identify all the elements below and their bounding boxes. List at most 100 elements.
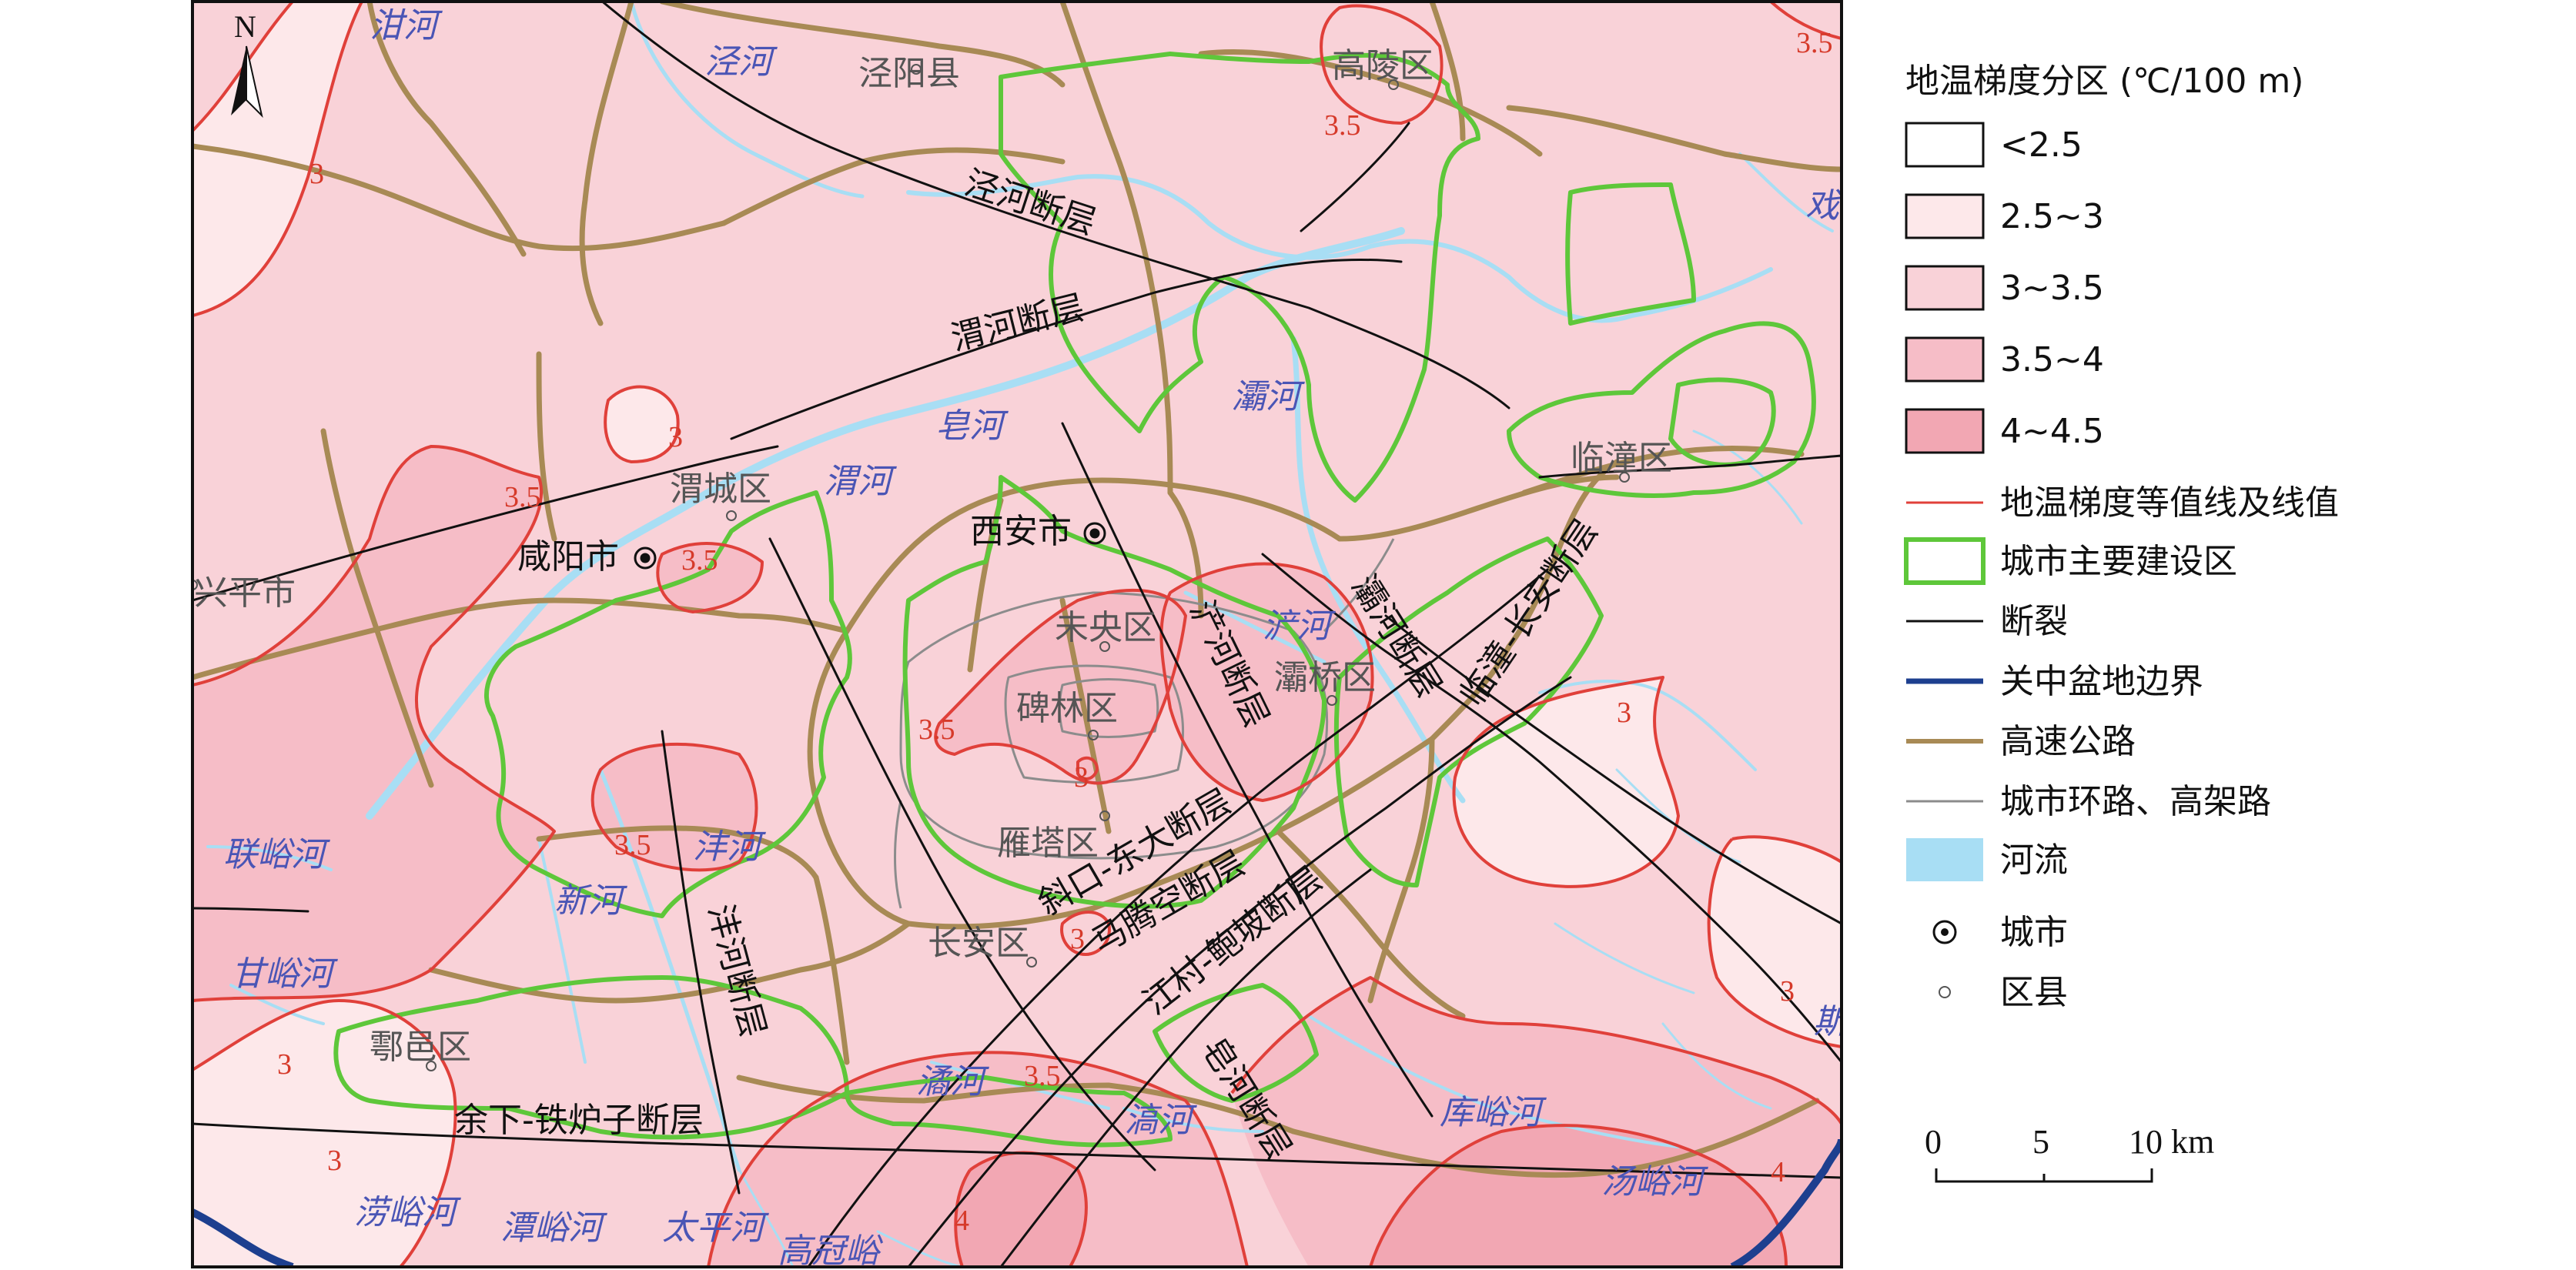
river-label: 沣河: [693, 827, 766, 867]
river-label: 高冠峪: [778, 1232, 883, 1270]
legend-item: <2.5: [1905, 122, 2083, 168]
city-icon: [1932, 920, 1957, 944]
legend-item: 断裂: [1906, 602, 2068, 641]
isoline-label: 3.5: [1324, 109, 1361, 142]
legend-item: 3.5~4: [1905, 336, 2104, 383]
place-label: 渭城区: [670, 470, 771, 509]
river-label: 戏: [1805, 186, 1842, 226]
scale-tick-label: 10 km: [2129, 1123, 2214, 1161]
isoline-label: 3: [277, 1048, 292, 1081]
isoline-label: 3: [668, 421, 683, 453]
river-label: 皂河: [935, 406, 1009, 446]
legend-items: <2.5 2.5~3 3~3.5 3.5~4 4~4.5 地温梯度等值线及线值城市主要建设…: [1904, 122, 2339, 1012]
place-label: 灞桥区: [1274, 658, 1376, 697]
legend-label: 高速公路: [2000, 722, 2136, 761]
legend: 地温梯度分区 (℃/100 m) <2.5 2.5~3 3~3.5 3.5~4 4~4.…: [1904, 62, 2339, 1012]
river-label: 太平河: [662, 1208, 769, 1248]
place-label: 泾阳县: [858, 54, 960, 93]
scale-line: [1935, 1168, 2153, 1183]
legend-item: 3~3.5: [1905, 265, 2104, 311]
isoline-label: 3: [1070, 923, 1085, 955]
isoline-label: 3: [309, 158, 324, 190]
river-label: 灞河: [1232, 377, 1305, 416]
place-label: 咸阳市: [517, 537, 619, 577]
legend-label: 3~3.5: [2000, 269, 2104, 308]
legend-item: 2.5~3: [1905, 193, 2104, 239]
place-label: 雁塔区: [997, 824, 1099, 863]
scale-bar: 0 5 10 km: [1925, 1123, 2214, 1183]
place-label: 长安区: [928, 924, 1029, 963]
legend-title: 地温梯度分区 (℃/100 m): [1905, 62, 2303, 101]
legend-item: 河流: [1906, 838, 2068, 881]
legend-swatch: [1906, 838, 1983, 881]
river-label: 汤峪河: [1601, 1162, 1708, 1201]
legend-swatch: [1904, 537, 1986, 585]
legend-label: 3.5~4: [2000, 340, 2104, 379]
river-label: 涝峪河: [354, 1193, 461, 1232]
legend-item: 高速公路: [1906, 722, 2136, 761]
legend-item: 城市环路、高架路: [1906, 782, 2271, 821]
river-label: 泔河: [370, 6, 443, 45]
legend-item: 城市: [1932, 913, 2068, 952]
place-label: 兴平市: [194, 573, 296, 613]
river-label: 泾河: [704, 42, 778, 82]
fault-label: 余下-铁炉子断层: [454, 1101, 704, 1140]
river-label: 联峪河: [223, 835, 330, 874]
isoline-label: 3.5: [681, 544, 718, 577]
zone-4-4.5-south: [955, 1152, 1086, 1267]
river-label: 斯: [1813, 1002, 1852, 1041]
isoline-label: 3: [1780, 975, 1795, 1008]
legend-label: <2.5: [2000, 125, 2083, 165]
isoline-label: 3: [327, 1145, 342, 1177]
scale-tick-label: 5: [2032, 1123, 2049, 1161]
legend-label: 城市: [2000, 913, 2068, 952]
isoline-label: 3.5: [1024, 1060, 1061, 1092]
legend-label: 地温梯度等值线及线值: [2000, 483, 2339, 523]
legend-label: 城市主要建设区: [2000, 542, 2237, 581]
legend-label: 2.5~3: [2000, 197, 2104, 236]
scale-tick-label: 0: [1925, 1123, 1942, 1161]
north-label: N: [234, 9, 256, 44]
isoline-label: 3: [1617, 697, 1631, 729]
legend-label: 4~4.5: [2000, 412, 2104, 451]
map-content: 3 3 3.5 3.5 3.5 3.5 3 3.5 3.5 3 3 3 3.5 …: [192, 2, 1852, 1270]
place-label: 高陵区: [1332, 46, 1434, 85]
legend-item: 关中盆地边界: [1906, 662, 2203, 701]
river-label: 潏河: [916, 1062, 989, 1101]
legend-swatch: [1905, 408, 1985, 454]
place-label: 鄠邑区: [370, 1028, 471, 1067]
geothermal-gradient-map: 3 3 3.5 3.5 3.5 3.5 3 3.5 3.5 3 3 3 3.5 …: [191, 0, 2339, 1270]
isoline-label: 4: [1771, 1156, 1785, 1188]
isoline-label: 3.5: [918, 714, 955, 746]
river-label: 甘峪河: [231, 954, 338, 994]
river-label: 潭峪河: [500, 1208, 607, 1248]
isoline-label: 3.5: [614, 829, 651, 861]
legend-label: 河流: [2000, 841, 2068, 880]
place-label: 临潼区: [1571, 439, 1672, 478]
legend-item: 地温梯度等值线及线值: [1906, 483, 2339, 523]
river-label: 浐河: [1263, 607, 1336, 646]
river-label: 渭河: [824, 462, 897, 501]
legend-item: 区县: [1939, 973, 2068, 1012]
legend-label: 区县: [2000, 973, 2068, 1012]
place-label: 未央区: [1055, 608, 1156, 647]
legend-label: 城市环路、高架路: [2000, 782, 2271, 821]
legend-swatch: [1905, 193, 1985, 239]
legend-item: 4~4.5: [1905, 408, 2104, 454]
place-label: 碑林区: [1016, 689, 1118, 728]
county-icon: [1939, 986, 1951, 998]
legend-swatch: [1905, 265, 1985, 311]
river-label: 新河: [554, 881, 627, 921]
isoline-label: 3.5: [1796, 27, 1833, 59]
legend-swatch: [1905, 122, 1985, 168]
legend-item: 城市主要建设区: [1904, 537, 2237, 585]
place-label: 西安市: [970, 512, 1072, 551]
legend-label: 断裂: [2000, 602, 2068, 641]
isoline-label: 3.5: [504, 481, 541, 513]
legend-label: 关中盆地边界: [2000, 662, 2203, 701]
isoline-label: 4: [955, 1205, 969, 1237]
river-label: 库峪河: [1440, 1093, 1547, 1132]
isoline-label: 3: [1074, 761, 1089, 794]
river-label: 滈河: [1124, 1101, 1197, 1140]
legend-swatch: [1905, 336, 1985, 383]
